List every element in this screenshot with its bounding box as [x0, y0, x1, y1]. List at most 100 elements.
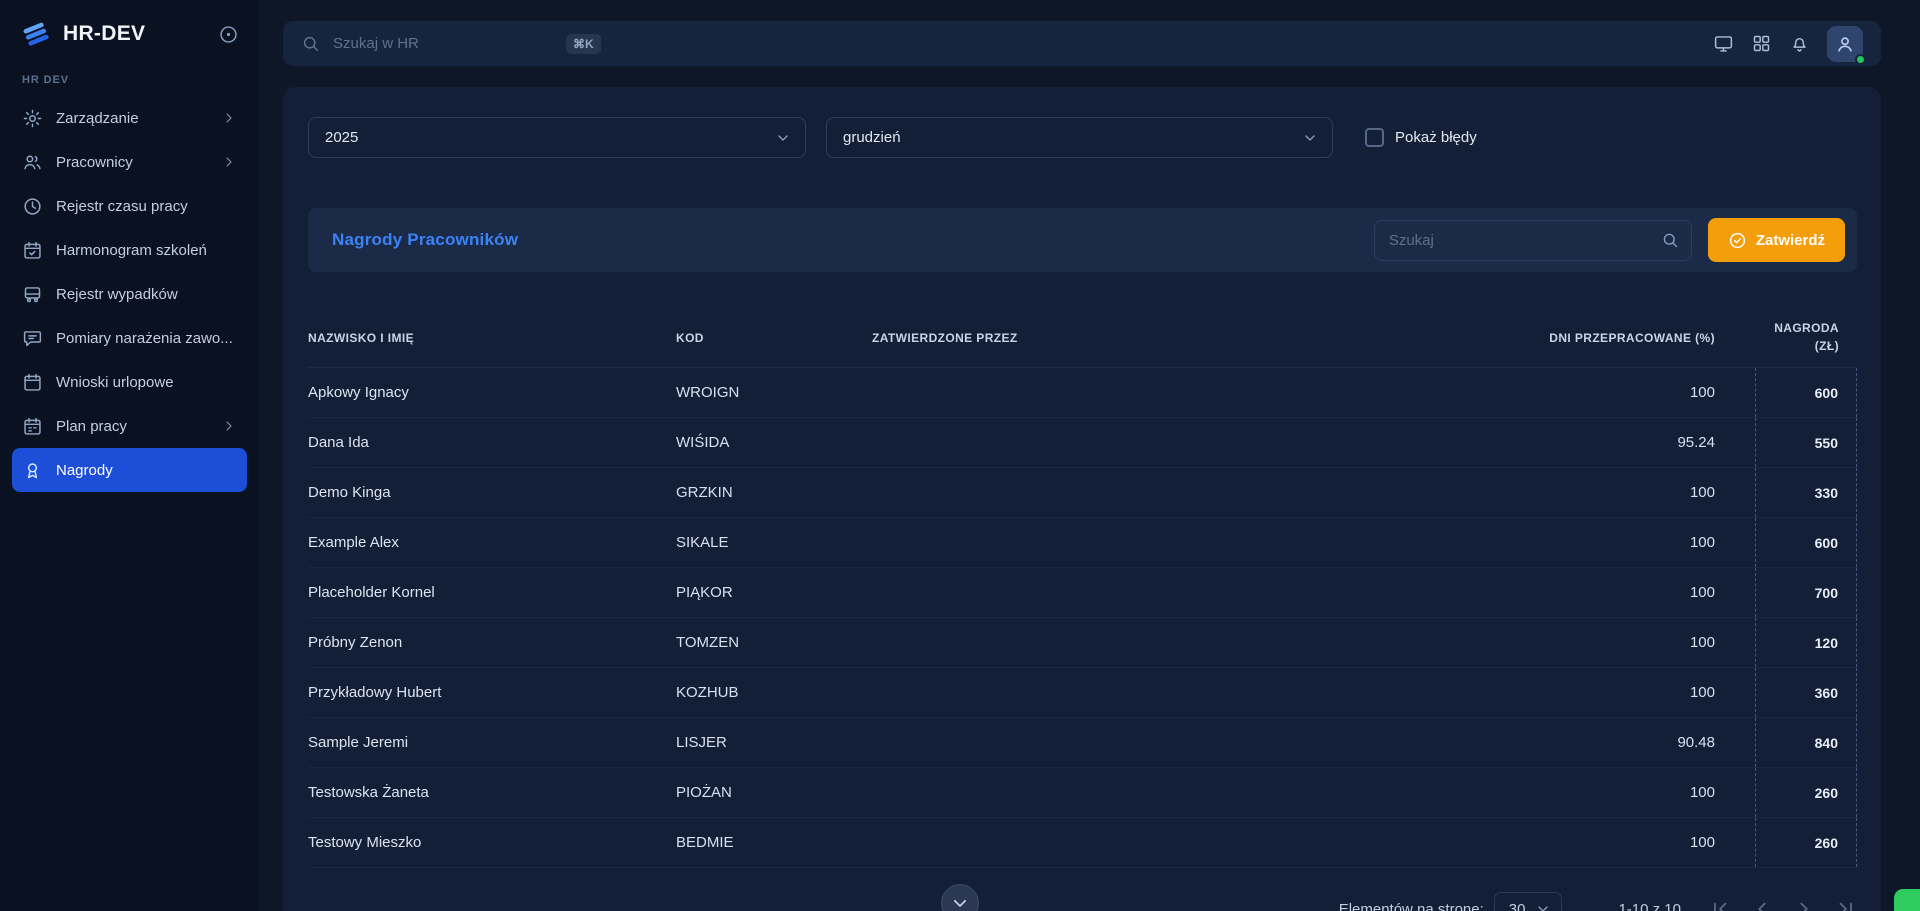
last-page-icon[interactable] — [1835, 898, 1857, 911]
cell-award-editable[interactable]: 700 — [1755, 568, 1857, 617]
vehicle-icon — [22, 284, 43, 305]
cell-award-editable[interactable]: 260 — [1755, 768, 1857, 817]
cell-code: KOZHUB — [676, 668, 872, 717]
cell-approved-by — [872, 768, 1415, 817]
sidebar-item-nagrody[interactable]: Nagrody — [12, 448, 247, 492]
column-header-award: NAGRODA (ZŁ) — [1755, 320, 1857, 355]
year-select[interactable]: 2025 — [308, 117, 806, 158]
cell-award-editable[interactable]: 360 — [1755, 668, 1857, 717]
logo-row: HR-DEV — [12, 0, 247, 58]
cell-days-worked: 95.24 — [1415, 418, 1715, 467]
cell-approved-by — [872, 468, 1415, 517]
sidebar-item-pomiary-narażenia-zawo[interactable]: Pomiary narażenia zawo... — [12, 316, 247, 360]
table-row[interactable]: Próbny ZenonTOMZEN100120 — [308, 618, 1857, 668]
sidebar-item-wnioski-urlopowe[interactable]: Wnioski urlopowe — [12, 360, 247, 404]
cell-spacer — [1715, 618, 1755, 667]
gear-icon — [22, 108, 43, 129]
table-search-box[interactable] — [1374, 220, 1692, 261]
cell-days-worked: 100 — [1415, 368, 1715, 417]
cell-approved-by — [872, 668, 1415, 717]
month-select-value: grudzień — [843, 129, 901, 146]
cell-days-worked: 100 — [1415, 618, 1715, 667]
display-icon[interactable] — [1713, 33, 1734, 54]
topbar-actions — [1713, 26, 1863, 62]
cell-award-editable[interactable]: 840 — [1755, 718, 1857, 767]
apps-grid-icon[interactable] — [1751, 33, 1772, 54]
cell-award-editable[interactable]: 600 — [1755, 368, 1857, 417]
cell-award-editable[interactable]: 120 — [1755, 618, 1857, 667]
next-page-icon[interactable] — [1793, 898, 1815, 911]
chat-widget-button[interactable] — [1894, 889, 1920, 911]
main-area: ⌘K — [260, 0, 1920, 911]
sidebar-menu: Zarządzanie Pracownicy Rejestr czasu pracy… — [12, 96, 247, 492]
cell-code: PIĄKOR — [676, 568, 872, 617]
table-row[interactable]: Dana IdaWIŚIDA95.24550 — [308, 418, 1857, 468]
cell-name: Próbny Zenon — [308, 618, 676, 667]
cell-approved-by — [872, 618, 1415, 667]
sidebar-item-rejestr-wypadków[interactable]: Rejestr wypadków — [12, 272, 247, 316]
show-errors-checkbox[interactable] — [1365, 128, 1384, 147]
cell-approved-by — [872, 418, 1415, 467]
table-row[interactable]: Testowska ŻanetaPIOŻAN100260 — [308, 768, 1857, 818]
cell-spacer — [1715, 668, 1755, 717]
table-row[interactable]: Demo KingaGRZKIN100330 — [308, 468, 1857, 518]
table-row[interactable]: Przykładowy HubertKOZHUB100360 — [308, 668, 1857, 718]
cell-days-worked: 100 — [1415, 668, 1715, 717]
cell-days-worked: 100 — [1415, 468, 1715, 517]
sidebar-section-label: HR DEV — [12, 58, 247, 96]
sidebar-item-pracownicy[interactable]: Pracownicy — [12, 140, 247, 184]
cell-approved-by — [872, 818, 1415, 867]
cell-award-editable[interactable]: 260 — [1755, 818, 1857, 867]
items-per-page-select[interactable]: 30 — [1494, 892, 1563, 911]
sidebar-item-label: Pomiary narażenia zawo... — [56, 330, 237, 347]
sidebar-item-rejestr-czasu-pracy[interactable]: Rejestr czasu pracy — [12, 184, 247, 228]
check-circle-icon — [1728, 231, 1747, 250]
cell-code: GRZKIN — [676, 468, 872, 517]
sidebar-item-plan-pracy[interactable]: Plan pracy — [12, 404, 247, 448]
cell-spacer — [1715, 568, 1755, 617]
month-select[interactable]: grudzień — [826, 117, 1333, 158]
sidebar-item-harmonogram-szkoleń[interactable]: Harmonogram szkoleń — [12, 228, 247, 272]
topbar: ⌘K — [283, 21, 1881, 66]
cell-spacer — [1715, 768, 1755, 817]
sidebar-item-label: Pracownicy — [56, 154, 208, 171]
cell-code: WIŚIDA — [676, 418, 872, 467]
table-row[interactable]: Testowy MieszkoBEDMIE100260 — [308, 818, 1857, 868]
app-title: HR-DEV — [63, 22, 207, 46]
chevron-down-icon — [1535, 901, 1551, 911]
bell-icon[interactable] — [1789, 33, 1810, 54]
cell-days-worked: 100 — [1415, 518, 1715, 567]
cell-code: WROIGN — [676, 368, 872, 417]
cell-spacer — [1715, 718, 1755, 767]
cell-approved-by — [872, 368, 1415, 417]
year-select-value: 2025 — [325, 129, 358, 146]
sidebar-collapse-button[interactable] — [218, 24, 239, 45]
table-row[interactable]: Apkowy IgnacyWROIGN 100 600 — [308, 368, 1857, 418]
cell-award-editable[interactable]: 600 — [1755, 518, 1857, 567]
cell-award-editable[interactable]: 550 — [1755, 418, 1857, 467]
search-icon — [301, 34, 320, 53]
first-page-icon[interactable] — [1709, 898, 1731, 911]
user-avatar[interactable] — [1827, 26, 1863, 62]
calendar-grid-icon — [22, 416, 43, 437]
chevron-down-icon — [775, 130, 791, 146]
sidebar-item-label: Nagrody — [56, 462, 237, 479]
table-row[interactable]: Sample JeremiLISJER90.48840 — [308, 718, 1857, 768]
sidebar-item-label: Rejestr czasu pracy — [56, 198, 237, 215]
global-search-input[interactable] — [333, 35, 553, 52]
table-row[interactable]: Example AlexSIKALE100600 — [308, 518, 1857, 568]
cell-approved-by — [872, 568, 1415, 617]
cell-award-editable[interactable]: 330 — [1755, 468, 1857, 517]
column-header-code: KOD — [676, 331, 872, 345]
table-row[interactable]: Placeholder KornelPIĄKOR100700 — [308, 568, 1857, 618]
cell-name: Apkowy Ignacy — [308, 368, 676, 417]
show-errors-label: Pokaż błędy — [1395, 129, 1477, 146]
sidebar-item-label: Harmonogram szkoleń — [56, 242, 237, 259]
previous-page-icon[interactable] — [1751, 898, 1773, 911]
table-search-input[interactable] — [1389, 232, 1651, 249]
people-icon — [22, 152, 43, 173]
online-status-dot — [1855, 54, 1866, 65]
sidebar-item-zarządzanie[interactable]: Zarządzanie — [12, 96, 247, 140]
approve-button[interactable]: Zatwierdź — [1708, 218, 1845, 262]
show-errors-toggle[interactable]: Pokaż błędy — [1365, 128, 1477, 147]
